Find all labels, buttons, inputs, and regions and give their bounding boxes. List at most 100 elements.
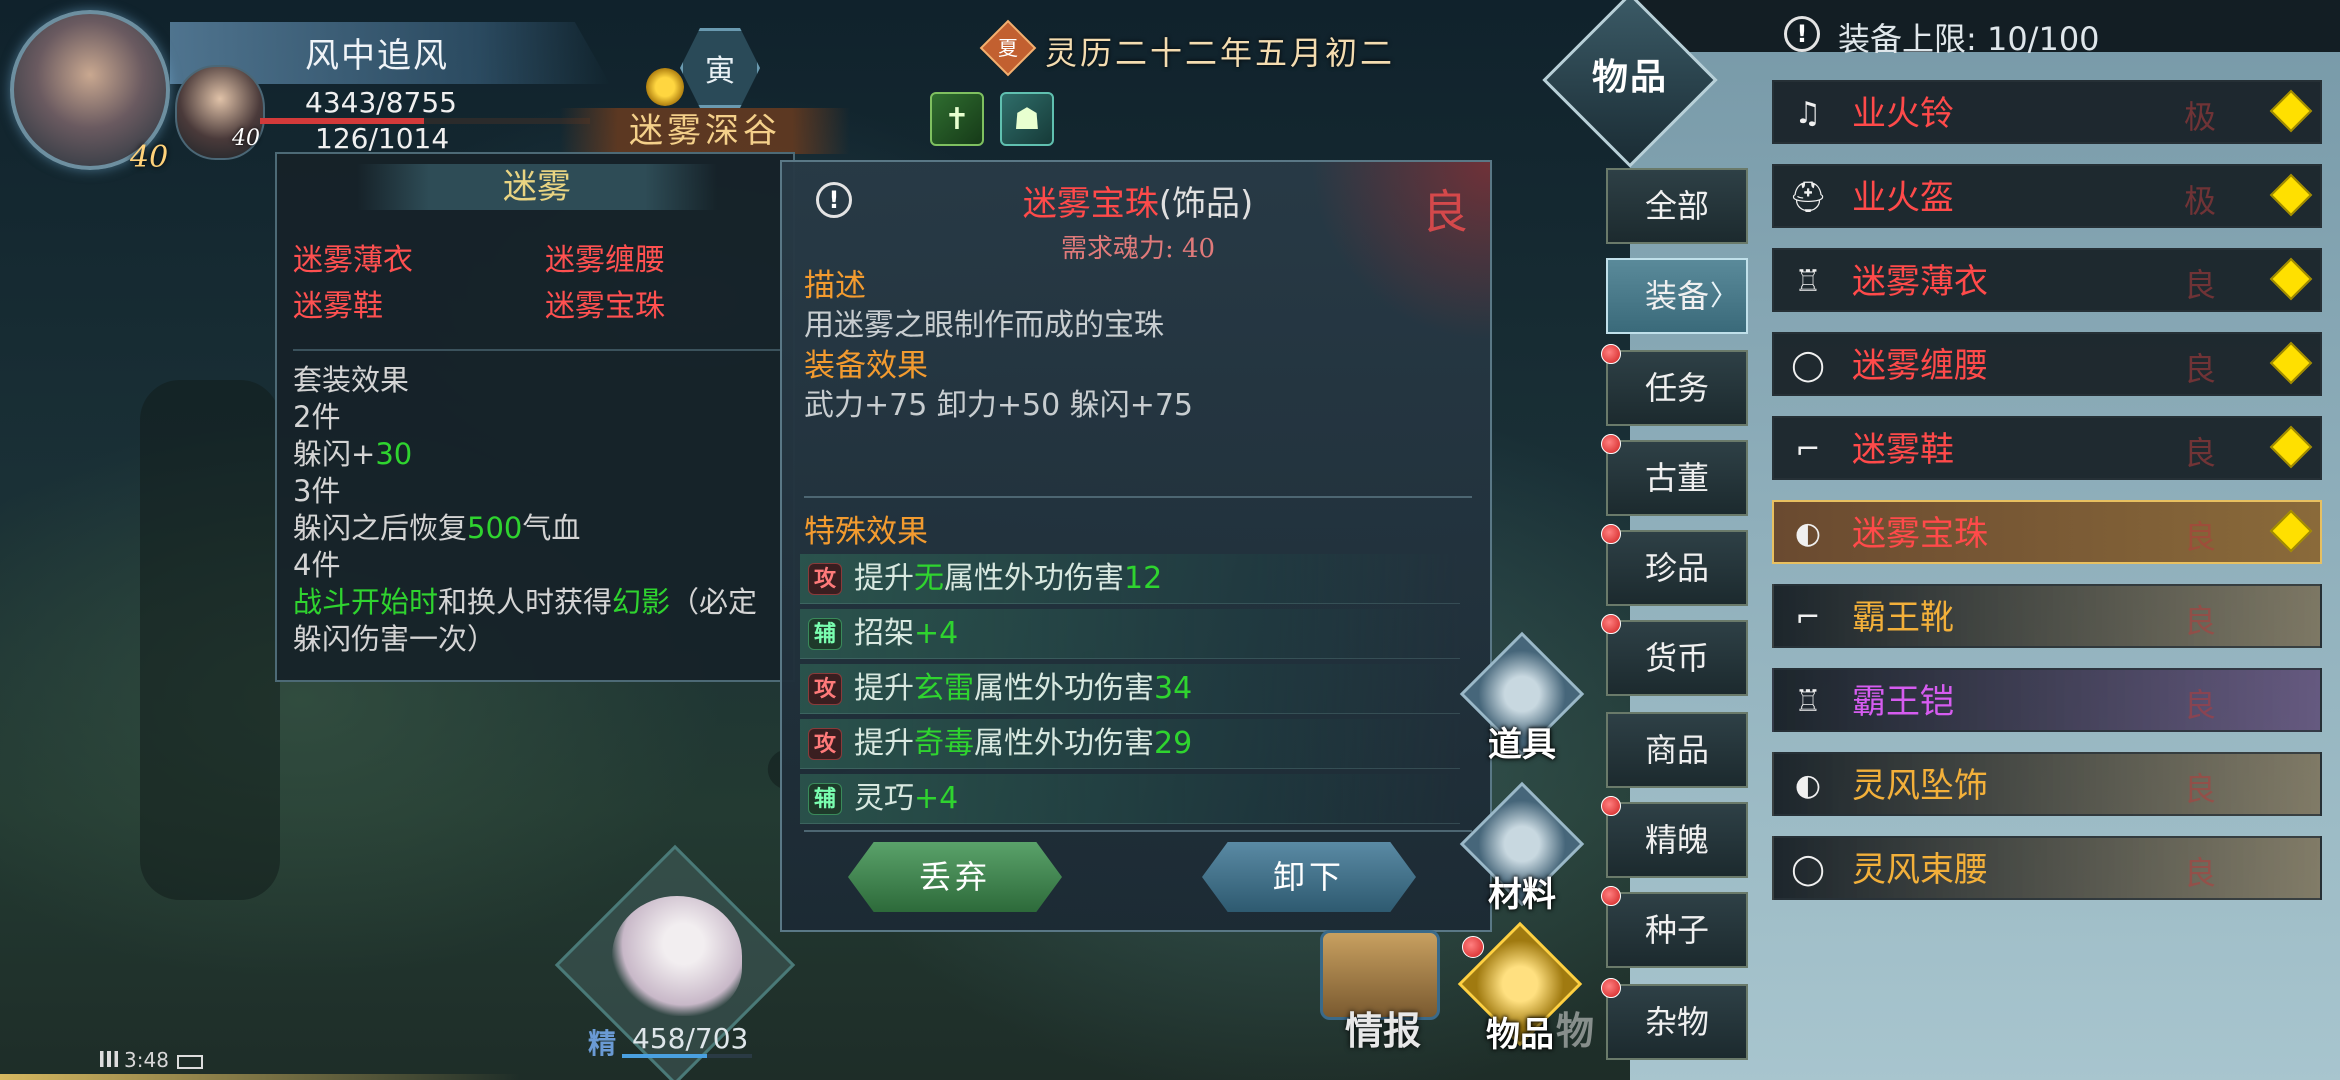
notification-dot [1462,936,1484,958]
tab-equipment[interactable]: 装备〉 [1606,258,1748,334]
effect-stat: 灵巧 [854,781,914,816]
item-grade: 良 [2184,686,2217,724]
tab-label: 货币 [1644,639,1709,677]
tier-4-effect: 战斗开始时和换人时获得幻影（必定 [293,584,793,621]
tab-label: 全部 [1644,187,1709,225]
tier-4-buff: 幻影 [612,585,671,619]
time-glyph: 寅 [705,54,735,89]
tab-label: 商品 [1644,731,1709,769]
tab-label: 装备 [1644,277,1709,315]
effect-element: 奇毒 [914,726,974,761]
tab-label: 杂物 [1644,1003,1709,1041]
props-label: 道具 [1488,725,1556,765]
item-grade: 良 [2184,266,2217,304]
item-name: 灵风束腰 [1852,850,1988,890]
inventory-item[interactable]: ⌐ 迷雾鞋 良 [1772,416,2322,480]
inventory-item[interactable]: ◯ 迷雾缠腰 良 [1772,332,2322,396]
season-glyph: 夏 [998,36,1018,60]
item-name: 迷雾鞋 [1852,430,1954,470]
calendar-date: 灵历二十二年五月初二 [1045,34,1396,72]
effect-element: 无 [914,561,944,596]
player-level: 40 [130,140,169,175]
energy-label: 精 [588,1027,617,1060]
item-type: (饰品) [1158,184,1254,224]
tab-all[interactable]: 全部 [1606,168,1748,244]
inventory-item[interactable]: ♖ 霸王铠 良 [1772,668,2322,732]
effect-value: +4 [914,616,959,651]
item-name: 霸王靴 [1852,598,1954,638]
inventory-item[interactable]: ⌐ 霸王靴 良 [1772,584,2322,648]
tab-quest[interactable]: 任务 [1606,350,1748,426]
inventory-item[interactable]: ♫ 业火铃 极 [1772,80,2322,144]
effect-stat: 属性外功伤害 [944,561,1124,596]
effect-element: 玄雷 [914,671,974,706]
belt-icon: ◯ [1791,348,1825,383]
sun-icon [646,68,684,106]
robe-icon: ♖ [1794,264,1822,299]
item-name: 迷雾缠腰 [1852,346,1988,386]
discard-button[interactable]: 丢弃 [848,842,1062,912]
tab-essence[interactable]: 精魄 [1606,802,1748,878]
notification-dot [1601,886,1621,906]
item-grade: 良 [1422,185,1468,239]
tab-seeds[interactable]: 种子 [1606,892,1748,968]
tab-treasure[interactable]: 珍品 [1606,530,1748,606]
inventory-item-selected[interactable]: ◐ 迷雾宝珠 良 [1772,500,2322,564]
tier-3-value: 500 [467,511,523,545]
description-text: 用迷雾之眼制作而成的宝珠 [804,308,1164,343]
inventory-item[interactable]: ◐ 灵风坠饰 良 [1772,752,2322,816]
energy-value: 458/703 [632,1022,749,1055]
set-title: 迷雾 [357,164,717,210]
set-piece: 迷雾宝珠 [545,289,665,324]
party-icon[interactable]: ☗ [1000,92,1054,146]
item-grade: 良 [2184,854,2217,892]
inventory-item[interactable]: ⛑ 业火盔 极 [1772,164,2322,228]
props-menu-button[interactable]: 道具 [1459,631,1585,765]
info-icon[interactable]: ! [1784,16,1820,52]
tab-label: 任务 [1644,369,1709,407]
effect-stat: 属性外功伤害 [974,726,1154,761]
tier-2-value: 30 [375,437,413,471]
effect-value: 34 [1154,671,1193,706]
item-grade: 极 [2184,98,2217,136]
tab-label: 古董 [1644,459,1709,497]
tab-misc[interactable]: 杂物 [1606,984,1748,1060]
equipment-capacity: 装备上限: 10/100 [1838,20,2100,58]
special-effect-row: 攻 提升玄雷属性外功伤害34 [800,664,1460,714]
special-effect-text: 灵巧+4 [854,778,958,820]
set-piece: 迷雾缠腰 [545,243,665,278]
special-effect-row: 辅 灵巧+4 [800,774,1460,824]
inventory-item[interactable]: ♖ 迷雾薄衣 良 [1772,248,2322,312]
support-tag: 辅 [808,618,842,650]
tab-goods[interactable]: 商品 [1606,712,1748,788]
tree-trunk [140,380,280,900]
tab-label: 种子 [1644,911,1709,949]
tier-2-stat: 躲闪+ [293,437,376,471]
equip-effect-text: 武力+75 卸力+50 躲闪+75 [804,388,1194,423]
clock: 3:48 [124,1048,169,1072]
item-name: 业火铃 [1852,94,1954,134]
tab-antique[interactable]: 古董 [1606,440,1748,516]
tier-2-label: 2件 [293,400,341,434]
tier-3-effect: 躲闪之后恢复500气血 [293,510,793,547]
effect-verb: 提升 [854,561,914,596]
effect-value: +4 [914,781,959,816]
divider [0,1074,520,1080]
description-label: 描述 [804,268,866,304]
inventory-item[interactable]: ◯ 灵风束腰 良 [1772,836,2322,900]
robe-icon: ♖ [1794,684,1822,719]
signal-icon [100,1051,118,1067]
special-effect-text: 提升奇毒属性外功伤害29 [854,723,1192,765]
location-name: 迷雾深谷 [560,108,850,154]
attack-tag: 攻 [808,728,842,760]
tier-4-text: 和换人时获得 [438,585,613,619]
tier-4-effect-cont: 躲闪伤害一次） [293,622,497,656]
set-bonus-panel: 迷雾 迷雾薄衣 迷雾缠腰 迷雾鞋 迷雾宝珠 套装效果 2件 躲闪+30 3件 躲… [275,152,795,682]
unequip-button[interactable]: 卸下 [1202,842,1416,912]
tab-currency[interactable]: 货币 [1606,620,1748,696]
energy-bar-fill [622,1054,707,1058]
item-grade: 良 [2184,602,2217,640]
material-menu-button[interactable]: 材料 [1459,781,1585,915]
shield-cross-icon[interactable]: ✝ [930,92,984,146]
set-piece: 迷雾鞋 [293,289,383,324]
